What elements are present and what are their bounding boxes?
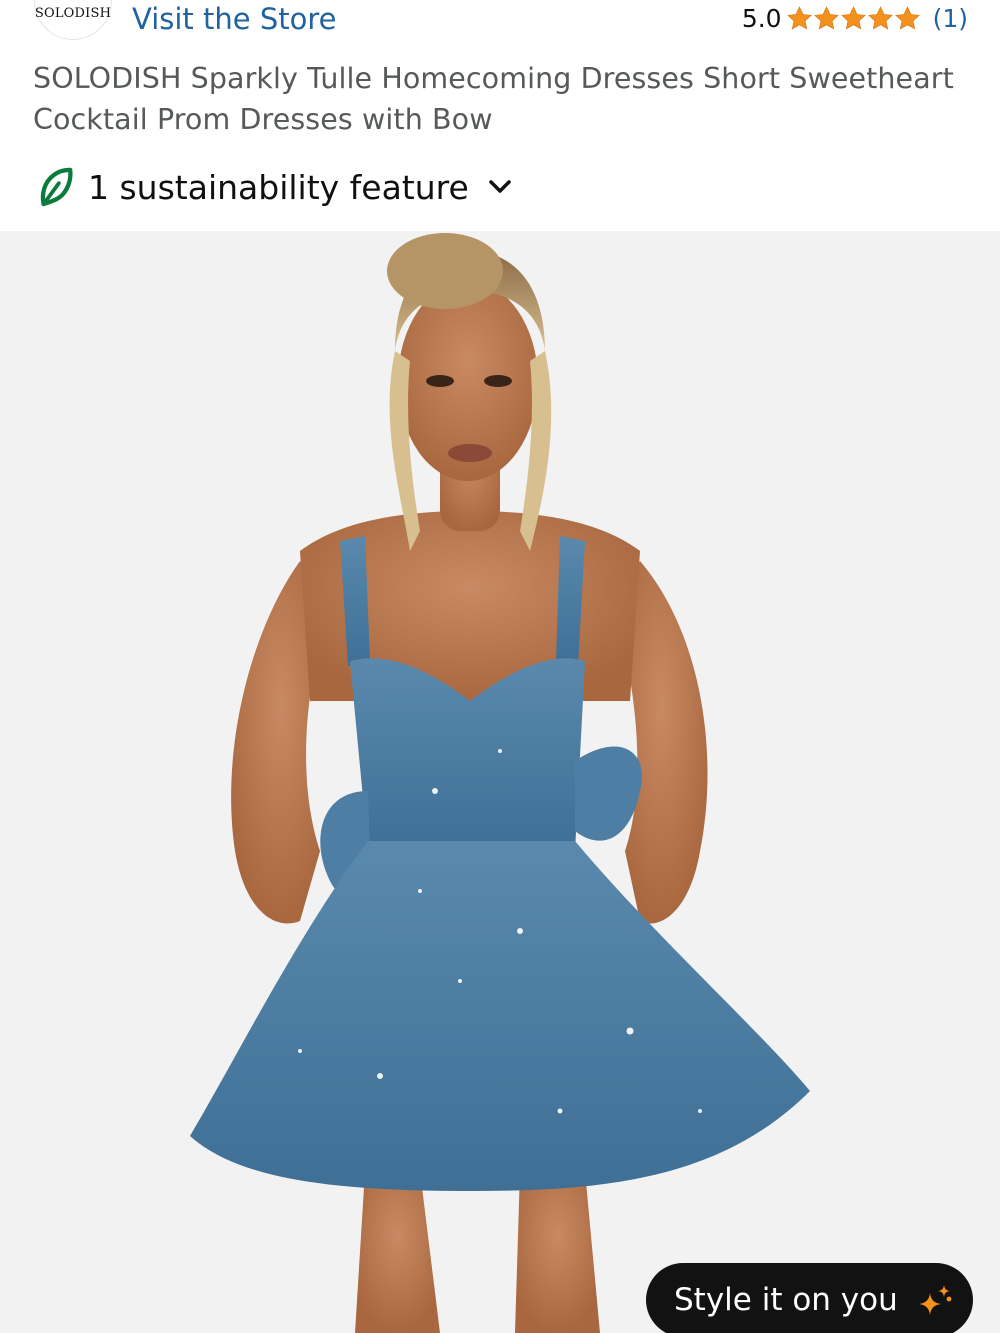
chevron-down-icon <box>489 180 511 193</box>
rating-value: 5.0 <box>741 4 782 33</box>
style-it-on-you-button[interactable]: Style it on you <box>646 1263 973 1333</box>
sustainability-toggle[interactable]: 1 sustainability feature <box>36 166 515 208</box>
product-image-carousel[interactable] <box>0 231 1000 1333</box>
sustainability-label: 1 sustainability feature <box>88 167 469 207</box>
product-page: SOLODISH Visit the Store 5.0 (1) SOLODIS… <box>0 0 1000 1333</box>
star-icon <box>867 6 893 30</box>
star-icon <box>894 6 920 30</box>
star-icon <box>840 6 866 30</box>
leaf-icon <box>40 167 73 207</box>
style-it-on-you-label: Style it on you <box>674 1282 898 1318</box>
store-row: SOLODISH Visit the Store 5.0 (1) <box>0 0 1000 48</box>
star-icon <box>813 6 839 30</box>
brand-logo[interactable]: SOLODISH <box>34 0 112 40</box>
visit-store-link[interactable]: Visit the Store <box>132 2 336 36</box>
product-title: SOLODISH Sparkly Tulle Homecoming Dresse… <box>33 62 954 136</box>
rating-summary[interactable]: 5.0 (1) <box>742 4 968 33</box>
star-icon <box>786 6 812 30</box>
product-photo <box>0 231 1000 1333</box>
rating-stars <box>786 5 921 32</box>
rating-count-link[interactable]: (1) <box>933 4 968 33</box>
brand-logo-text: SOLODISH <box>34 6 112 21</box>
sparkle-icon <box>918 1285 952 1315</box>
